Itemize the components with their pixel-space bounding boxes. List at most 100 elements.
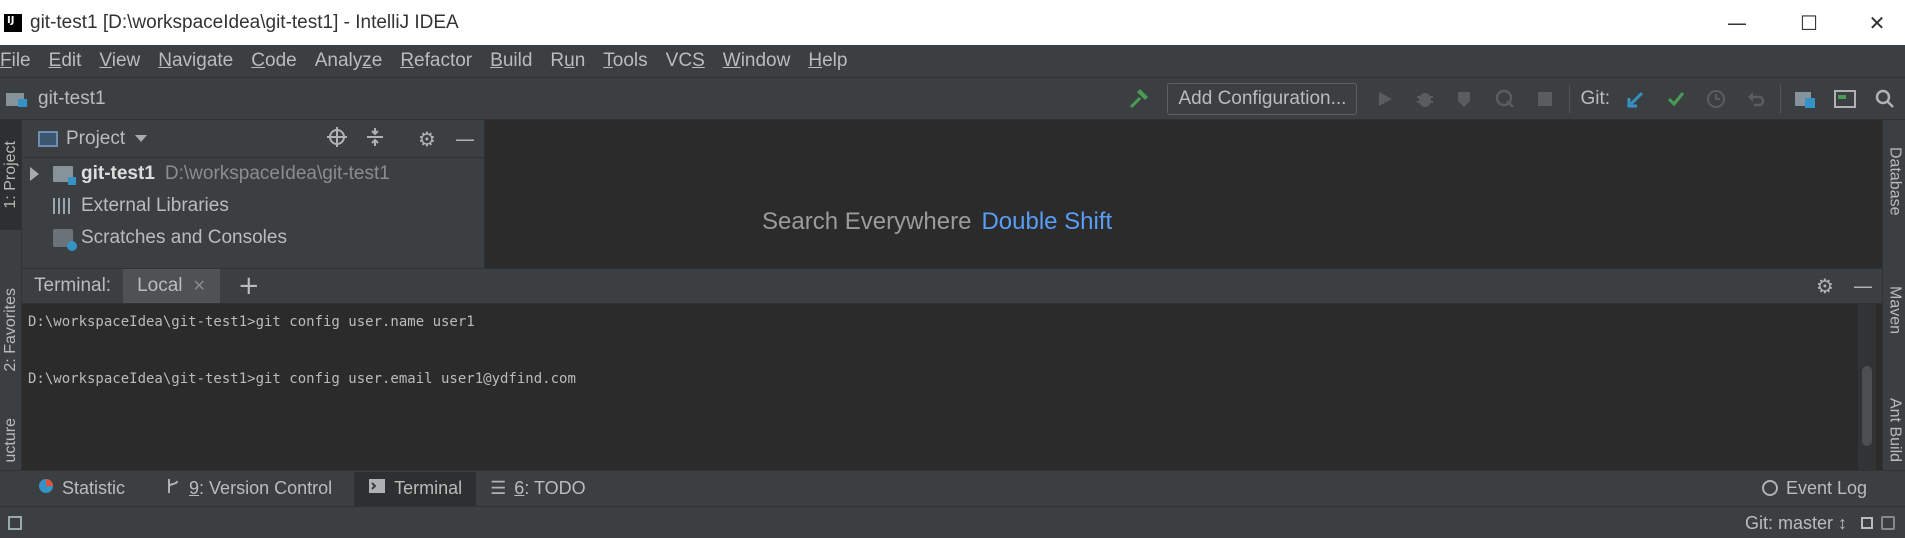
- terminal-label: Terminal:: [34, 275, 112, 296]
- scratches-icon: [53, 229, 77, 251]
- tab-structure[interactable]: ucture: [0, 410, 22, 470]
- menu-item[interactable]: Run: [550, 50, 585, 72]
- menu-item[interactable]: Code: [251, 50, 296, 72]
- menu-item[interactable]: File: [0, 50, 31, 72]
- library-icon: [53, 198, 73, 214]
- tree-item-label: External Libraries: [81, 195, 229, 216]
- gear-icon[interactable]: ⚙: [408, 127, 446, 151]
- minimize-button[interactable]: —: [1709, 0, 1765, 45]
- branch-icon: [165, 477, 181, 500]
- terminal-output[interactable]: D:\workspaceIdea\git-test1>git config us…: [22, 304, 1882, 470]
- menu-item[interactable]: View: [99, 50, 140, 72]
- tab-favorites[interactable]: 2: Favorites: [0, 270, 22, 390]
- hide-icon[interactable]: —: [446, 127, 484, 151]
- menu-item[interactable]: Refactor: [400, 50, 472, 72]
- chevron-down-icon[interactable]: [135, 135, 148, 142]
- left-tool-strip: 1: Project 2: Favorites ucture: [0, 120, 22, 470]
- title-bar: IJ git-test1 [D:\workspaceIdea\git-test1…: [0, 0, 1905, 45]
- vcs-history-icon[interactable]: [1696, 78, 1736, 120]
- module-folder-icon: [53, 166, 76, 185]
- statistic-icon: [38, 478, 54, 499]
- locate-icon[interactable]: [318, 126, 356, 152]
- maximize-button[interactable]: ☐: [1781, 0, 1837, 45]
- close-button[interactable]: ✕: [1849, 0, 1905, 45]
- hint-text: Search Everywhere: [762, 208, 972, 235]
- navigation-bar: git-test1 Add Configuration... Git:: [0, 78, 1905, 120]
- terminal-tab-label: Local: [137, 275, 183, 296]
- menu-item[interactable]: VCS: [666, 50, 705, 72]
- event-log-icon: [1761, 480, 1778, 496]
- tool-window-bar: Statistic 9: Version Control Terminal ☰ …: [0, 470, 1905, 506]
- run-icon[interactable]: [1365, 78, 1405, 120]
- tree-item-label: Scratches and Consoles: [81, 227, 287, 248]
- tree-item-scratches[interactable]: Scratches and Consoles: [22, 222, 484, 254]
- menu-item[interactable]: Navigate: [158, 50, 233, 72]
- git-branch-widget[interactable]: Git: master ↕: [1745, 513, 1847, 534]
- toolbar-separator: [1569, 85, 1571, 113]
- menu-item[interactable]: Build: [490, 50, 532, 72]
- tab-event-log[interactable]: Event Log: [1761, 471, 1867, 505]
- tree-item-root[interactable]: git-test1 D:\workspaceIdea\git-test1: [22, 158, 484, 190]
- terminal-tab-local[interactable]: Local ✕: [123, 269, 220, 303]
- project-view-icon: [38, 130, 58, 147]
- stop-icon[interactable]: [1525, 78, 1565, 120]
- menu-item[interactable]: Tools: [603, 50, 647, 72]
- project-tool-window: Project ⚙ — git-test1 D:\workspaceIdea\g…: [22, 120, 485, 268]
- tab-todo[interactable]: ☰ 6: TODO: [476, 472, 600, 506]
- tree-root-path: D:\workspaceIdea\git-test1: [164, 163, 390, 184]
- tab-maven[interactable]: Maven: [1883, 270, 1905, 350]
- terminal-line: D:\workspaceIdea\git-test1>git config us…: [28, 371, 576, 387]
- menu-item[interactable]: Window: [723, 50, 791, 72]
- vcs-commit-icon[interactable]: [1656, 78, 1696, 120]
- toolbar-separator: [1780, 85, 1781, 113]
- hint-shortcut: Double Shift: [981, 208, 1113, 235]
- tab-statistic[interactable]: Statistic: [24, 472, 139, 506]
- new-session-plus-icon[interactable]: +: [238, 271, 260, 301]
- collapse-all-icon[interactable]: [356, 127, 394, 152]
- git-label: Git:: [1580, 88, 1610, 109]
- menu-bar: File Edit View Navigate Code Analyze Refactor B…: [0, 45, 1905, 78]
- expand-arrow-icon[interactable]: [30, 167, 39, 181]
- gear-icon[interactable]: ⚙: [1806, 274, 1844, 298]
- hide-icon[interactable]: —: [1844, 274, 1882, 298]
- intellij-app-icon: IJ: [1, 10, 25, 35]
- vcs-rollback-icon[interactable]: [1736, 78, 1776, 120]
- tree-item-external-libraries[interactable]: External Libraries: [22, 190, 484, 222]
- vcs-update-icon[interactable]: [1616, 78, 1656, 120]
- tab-project[interactable]: 1: Project: [0, 120, 22, 230]
- add-configuration-button[interactable]: Add Configuration...: [1167, 83, 1358, 115]
- scrollbar-thumb[interactable]: [1862, 366, 1872, 446]
- menu-item[interactable]: Edit: [49, 50, 82, 72]
- editor-empty-area: Search Everywhere Double Shift: [486, 120, 1882, 268]
- presentation-icon[interactable]: [1825, 78, 1865, 120]
- terminal-line: D:\workspaceIdea\git-test1>git config us…: [28, 314, 475, 330]
- search-icon[interactable]: [1865, 78, 1905, 120]
- project-folder-icon: [6, 91, 28, 107]
- tab-version-control[interactable]: 9: Version Control: [151, 472, 346, 506]
- window-title: git-test1 [D:\workspaceIdea\git-test1] -…: [30, 11, 459, 33]
- breadcrumb-project[interactable]: git-test1: [38, 88, 106, 110]
- tab-terminal[interactable]: Terminal: [354, 471, 477, 506]
- build-hammer-icon[interactable]: [1119, 78, 1159, 120]
- debug-icon[interactable]: [1405, 78, 1445, 120]
- tool-windows-toggle-icon[interactable]: [8, 515, 22, 530]
- close-tab-icon[interactable]: ✕: [193, 276, 206, 296]
- todo-list-icon: ☰: [490, 478, 507, 498]
- terminal-scrollbar[interactable]: [1858, 304, 1876, 470]
- lock-icon[interactable]: [1861, 517, 1873, 529]
- project-structure-icon[interactable]: [1785, 78, 1825, 120]
- profile-icon[interactable]: [1485, 78, 1525, 120]
- terminal-header: Terminal: Local ✕ + ⚙ —: [22, 268, 1882, 304]
- tree-root-name: git-test1: [81, 163, 155, 184]
- terminal-icon: [368, 478, 386, 499]
- memory-indicator-icon[interactable]: [1881, 516, 1895, 530]
- right-tool-strip: Database Maven Ant Build: [1882, 120, 1905, 470]
- menu-item[interactable]: Help: [808, 50, 847, 72]
- search-everywhere-hint: Search Everywhere Double Shift: [762, 208, 1112, 236]
- project-panel-header: Project ⚙ —: [22, 120, 484, 158]
- tab-ant-build[interactable]: Ant Build: [1883, 390, 1905, 470]
- project-view-selector[interactable]: Project: [66, 128, 125, 150]
- coverage-icon[interactable]: [1445, 78, 1485, 120]
- tab-database[interactable]: Database: [1883, 126, 1905, 236]
- menu-item[interactable]: Analyze: [315, 50, 383, 72]
